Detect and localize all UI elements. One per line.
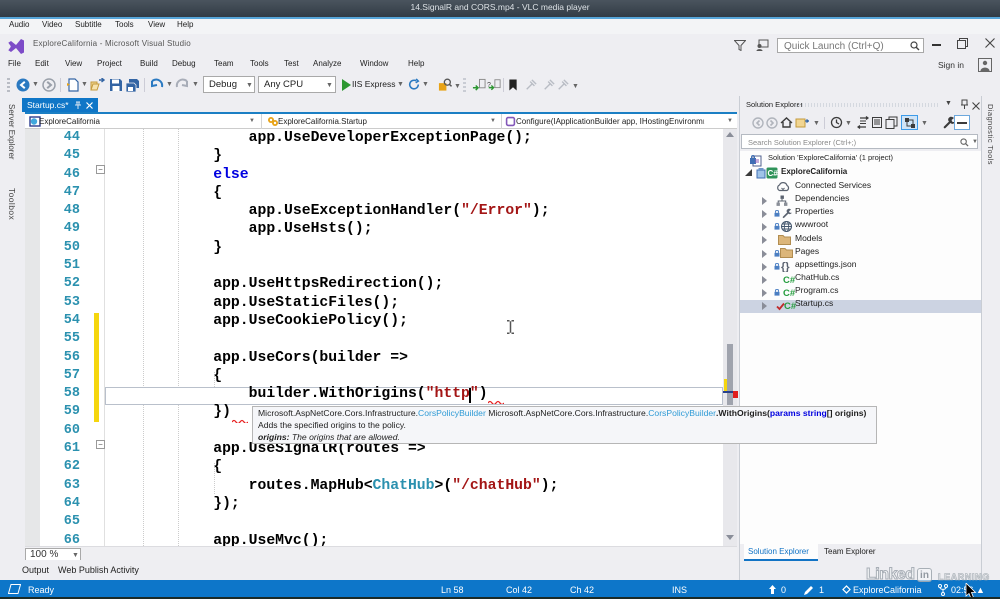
svg-text:C#: C#	[768, 169, 779, 178]
svg-text:C#: C#	[783, 275, 796, 285]
svg-text:C#: C#	[783, 288, 796, 298]
svg-text:{}: {}	[781, 261, 790, 272]
